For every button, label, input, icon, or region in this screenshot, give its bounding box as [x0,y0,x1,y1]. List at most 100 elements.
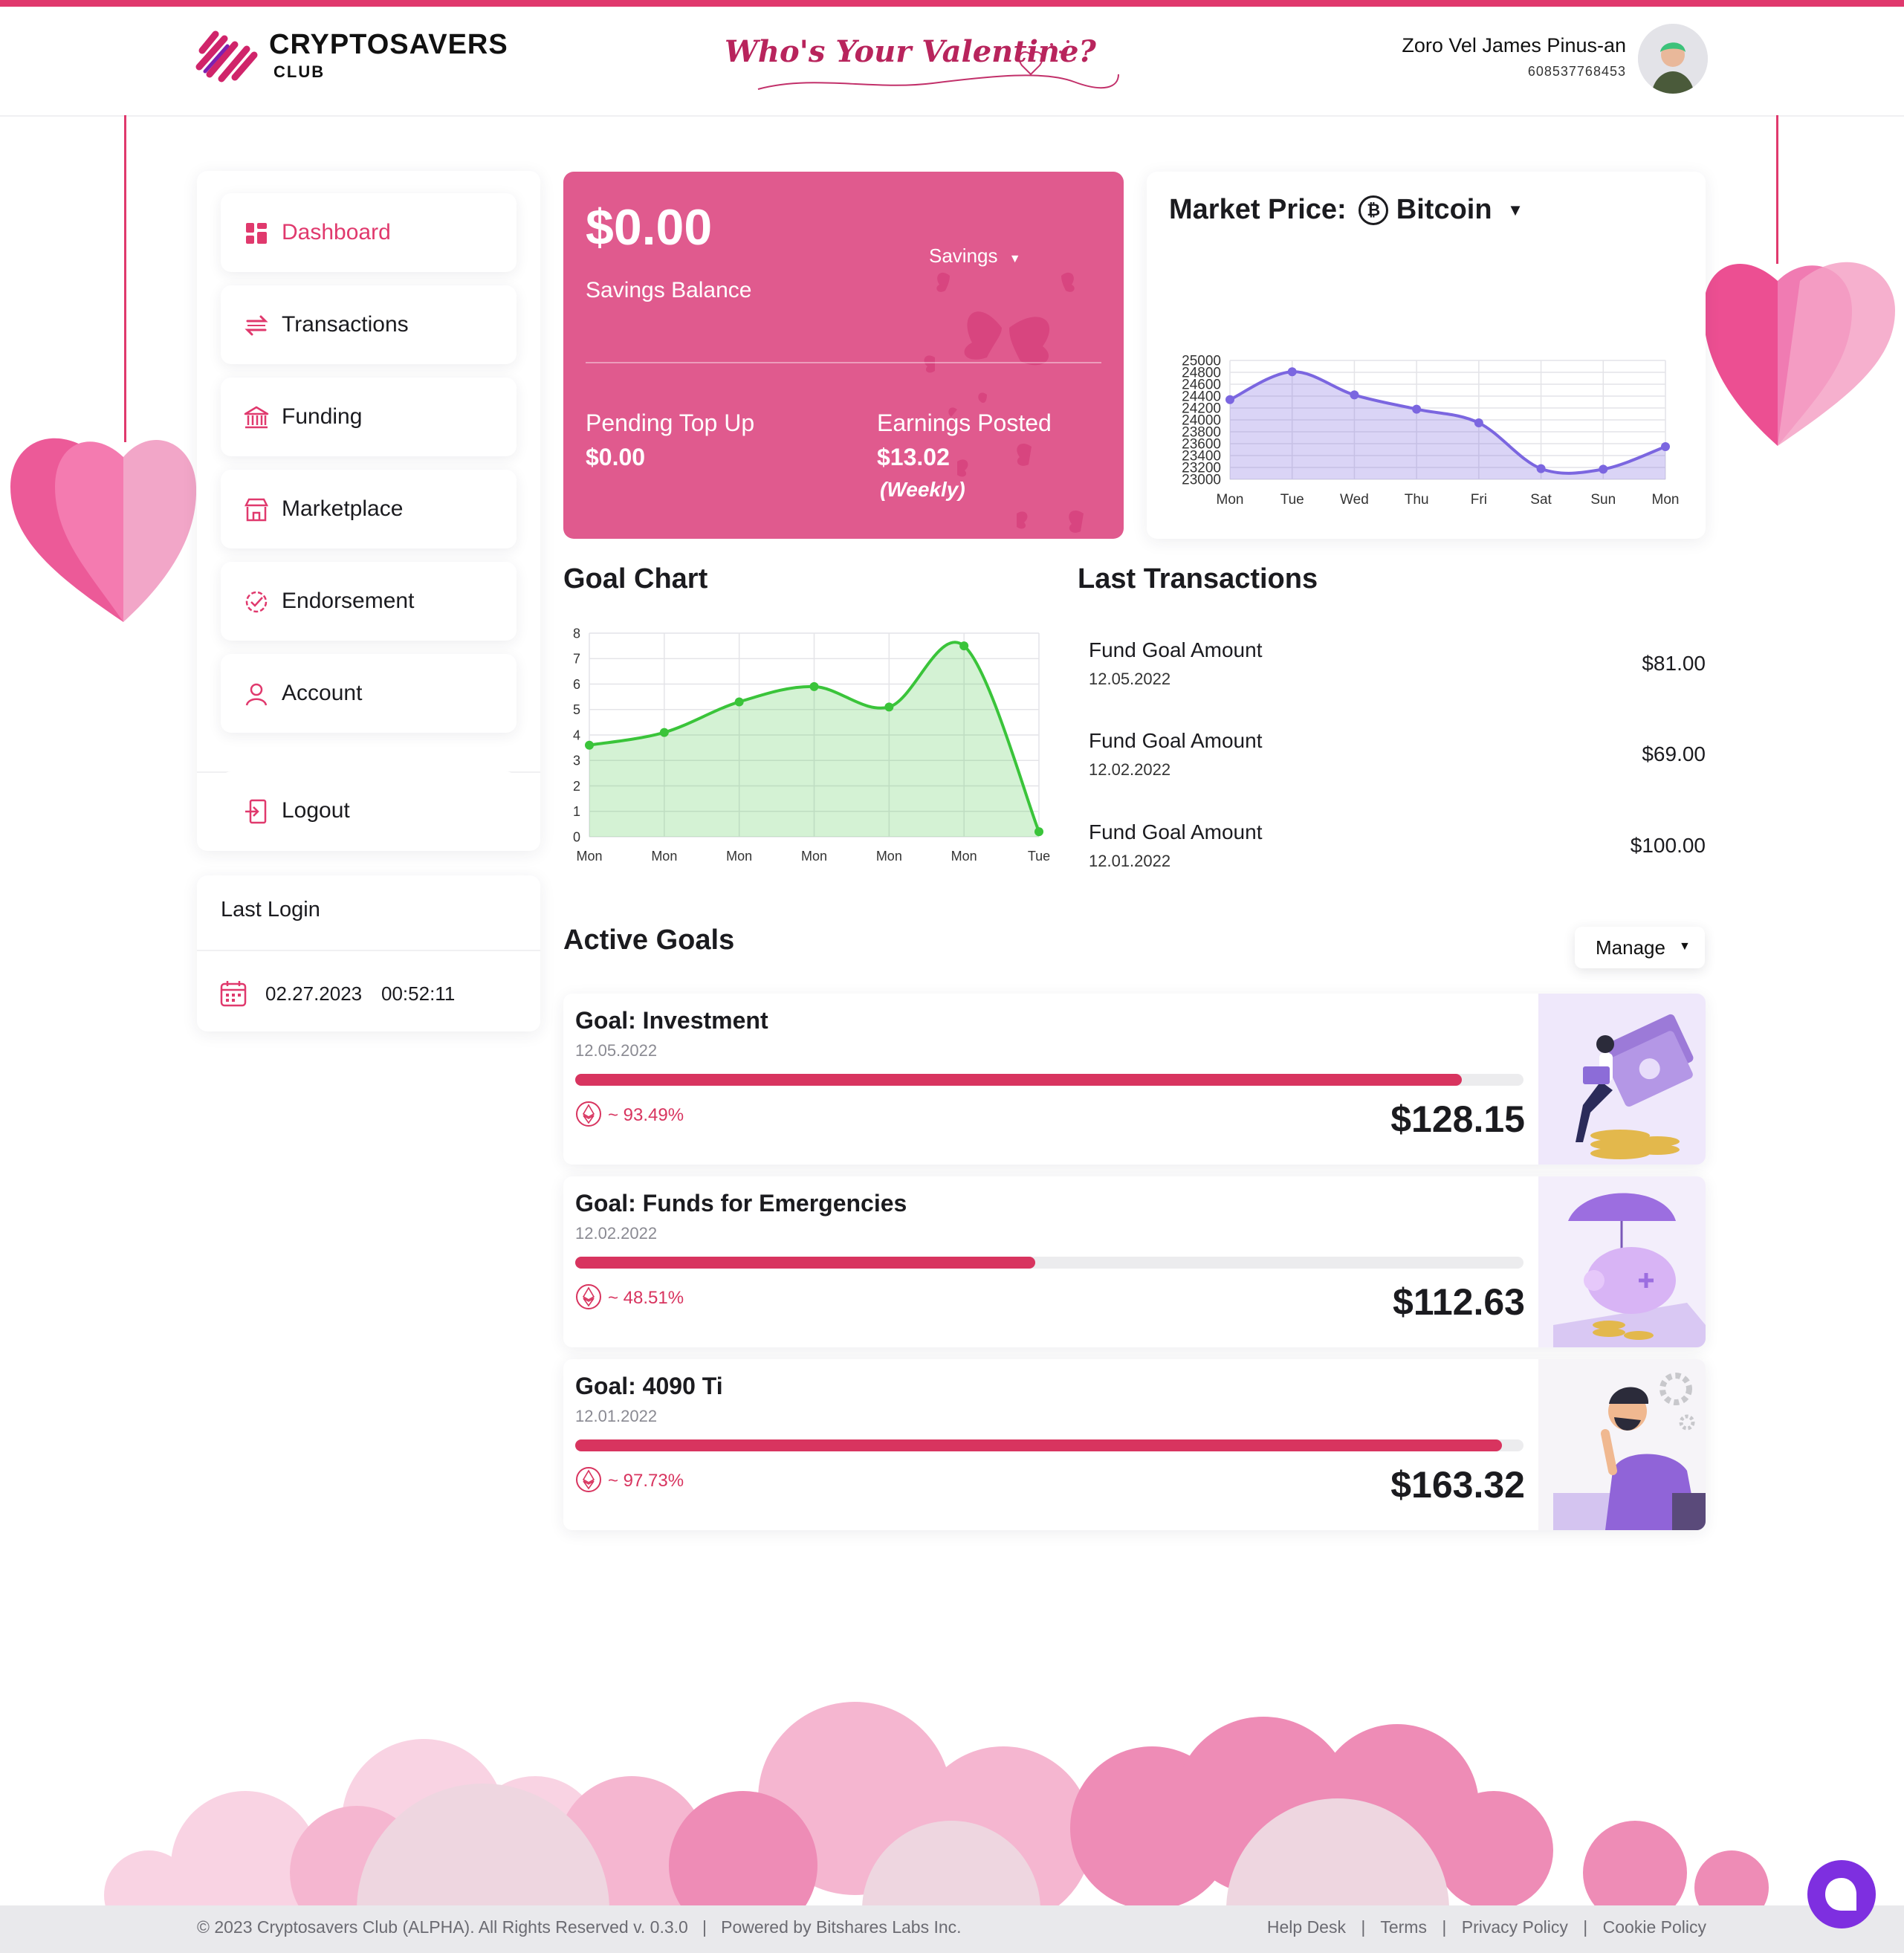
avatar[interactable] [1638,24,1708,94]
last-login-card: Last Login 02.27.2023 00:52:11 [197,875,540,1031]
heart-string-left [124,115,126,442]
footer-link-cookie-policy[interactable]: Cookie Policy [1603,1917,1706,1937]
market-chart-data-point [1225,395,1234,404]
goal-date: 12.05.2022 [575,1041,658,1060]
goal-amount: $163.32 [1390,1464,1525,1506]
sidebar-item-transactions[interactable]: Transactions [221,285,517,364]
goal-chart-y-tick-label: 2 [573,779,580,794]
goal-chart-y-tick-label: 1 [573,804,580,819]
pending-topup-label: Pending Top Up [586,409,755,436]
market-price-chart: 2500024800246002440024200240002380023600… [1182,354,1679,508]
chat-button[interactable] [1807,1860,1876,1928]
sidebar-item-funding[interactable]: Funding [221,378,517,456]
transaction-title: Fund Goal Amount [1089,638,1263,661]
ethereum-icon [576,1467,601,1492]
goal-name: Goal: Funds for Emergencies [575,1190,907,1217]
dashboard-icon [246,223,267,244]
sidebar-item-endorsement[interactable]: Endorsement [221,562,517,641]
caret-down-icon: ▼ [1008,253,1021,265]
transaction-row[interactable]: Fund Goal Amount 12.05.2022 $81.00 [1089,635,1706,702]
thinking-person-illustration [1538,1359,1706,1530]
bitcoin-icon: ₿ [1359,195,1389,225]
badge-icon [245,591,268,613]
goal-chart-data-point [1034,827,1043,837]
savings-dropdown[interactable]: Savings ▼ [929,244,1021,268]
heart-decoration-left [10,438,196,622]
market-title[interactable]: Market Price: ₿ Bitcoin ▼ [1169,194,1523,226]
goal-chart-y-tick-label: 0 [573,829,580,844]
last-login-time: 00:52:11 [381,982,456,1005]
goal-date: 12.01.2022 [575,1407,658,1425]
goal-chart-y-tick-label: 6 [573,677,580,692]
transaction-title: Fund Goal Amount [1089,729,1263,752]
transactions-icon [245,315,268,336]
footer-link-terms[interactable]: Terms [1380,1917,1427,1937]
market-chart-x-tick-label: Mon [1217,492,1244,508]
market-coin-name: Bitcoin [1396,194,1492,225]
sidebar-item-marketplace[interactable]: Marketplace [221,470,517,548]
calendar-icon [220,981,247,1007]
goal-chart-x-tick-label: Mon [726,849,752,864]
goal-card-emergencies[interactable]: Goal: Funds for Emergencies 12.02.2022 ~… [563,1176,1706,1347]
ethereum-icon [576,1101,601,1127]
heart-string-right [1776,115,1778,264]
transaction-date: 12.02.2022 [1089,760,1171,779]
logout-button[interactable]: Logout [221,771,517,850]
market-chart-data-point [1536,464,1546,473]
goal-amount: $128.15 [1390,1098,1525,1140]
manage-dropdown-button[interactable]: Manage ▼ [1575,927,1705,968]
clouds-decoration [104,1702,1769,1910]
footer-link-help-desk[interactable]: Help Desk [1267,1917,1346,1937]
market-chart-y-tick-label: 23000 [1182,473,1221,488]
market-chart-data-point [1599,464,1608,474]
goal-card-4090ti[interactable]: Goal: 4090 Ti 12.01.2022 ~ 97.73% $163.3… [563,1359,1706,1530]
earnings-period: (Weekly) [880,478,965,501]
goal-chart-data-point [809,681,819,691]
transactions-list: Fund Goal Amount 12.05.2022 $81.00 Fund … [1078,635,1706,888]
market-chart-data-point [1474,418,1483,427]
ethereum-icon [576,1284,601,1309]
savings-balance-label: Savings Balance [586,278,752,302]
goal-chart-data-point [734,697,744,707]
goal-chart-x-tick-label: Mon [876,849,902,864]
goal-progress-bar [575,1439,1523,1451]
brand-logo-icon[interactable] [195,28,262,83]
top-accent-bar [0,0,1904,7]
bank-icon [244,406,269,429]
market-chart-x-tick-label: Tue [1280,492,1304,508]
sidebar-item-dashboard[interactable]: Dashboard [221,193,517,272]
sidebar-item-account[interactable]: Account [221,654,517,733]
earnings-posted-value: $13.02 [877,444,950,470]
footer-separator: | [1361,1917,1366,1937]
market-title-prefix: Market Price: [1169,194,1347,225]
goal-percent: ~ 97.73% [608,1471,684,1491]
goal-chart-y-tick-label: 8 [573,626,580,641]
investment-illustration [1538,994,1706,1165]
market-chart-x-tick-label: Wed [1340,492,1369,508]
last-login-title: Last Login [221,898,320,922]
goal-percent: ~ 48.51% [608,1288,684,1308]
goal-chart-x-tick-label: Mon [576,849,602,864]
goal-percent: ~ 93.49% [608,1105,684,1125]
market-chart-x-tick-label: Fri [1471,492,1487,508]
goal-chart-y-tick-label: 5 [573,702,580,717]
transaction-amount: $81.00 [1642,652,1706,675]
transaction-row[interactable]: Fund Goal Amount 12.02.2022 $69.00 [1089,726,1706,793]
transaction-row[interactable]: Fund Goal Amount 12.01.2022 $100.00 [1089,817,1706,884]
heart-decoration-right [1703,262,1895,446]
goal-progress-fill [575,1439,1503,1451]
transaction-amount: $100.00 [1630,834,1706,857]
goal-card-investment[interactable]: Goal: Investment 12.05.2022 ~ 93.49% $12… [563,994,1706,1165]
goal-chart-data-point [659,728,669,737]
sidebar-item-label: Endorsement [282,589,415,613]
piggy-bank-illustration [1538,1176,1706,1347]
goal-chart-y-tick-label: 7 [573,652,580,667]
footer-link-privacy-policy[interactable]: Privacy Policy [1462,1917,1568,1937]
logout-icon [245,799,267,824]
goal-chart-x-tick-label: Mon [801,849,827,864]
market-chart-data-point [1661,442,1670,451]
goal-chart: 8 7 6 5 4 3 2 1 0 Mon Mon Mon Mon Mon Mon Tue [573,626,1050,864]
market-price-card: Market Price: ₿ Bitcoin ▼ 25000 24800 2460… [1147,172,1706,539]
earnings-posted-label: Earnings Posted [877,409,1052,436]
savings-card: $0.00 Savings Balance Savings ▼ Pending … [563,172,1124,539]
